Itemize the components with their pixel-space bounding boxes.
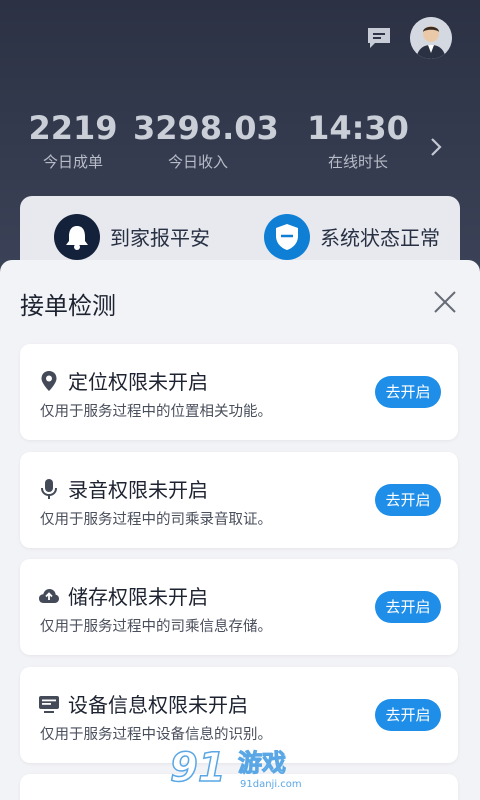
permission-desc: 仅用于服务过程中的司乘信息存储。 bbox=[40, 619, 272, 635]
stat-value: 14:30 bbox=[307, 109, 409, 147]
shield-icon bbox=[276, 224, 298, 250]
enable-microphone-button[interactable]: 去开启 bbox=[375, 484, 441, 516]
chevron-right-icon[interactable] bbox=[428, 136, 444, 158]
device-info-icon bbox=[39, 696, 59, 713]
close-icon[interactable] bbox=[432, 289, 458, 315]
enable-storage-button[interactable]: 去开启 bbox=[375, 591, 441, 623]
order-check-sheet: 接单检测 定位权限未开启 仅用于服务过程中的位置相关功能。 去开启 录音权限未开… bbox=[0, 260, 480, 800]
permission-card-microphone: 录音权限未开启 仅用于服务过程中的司乘录音取证。 去开启 bbox=[20, 452, 458, 548]
stat-label: 今日成单 bbox=[42, 153, 103, 171]
stat-value: 3298.03 bbox=[133, 109, 279, 147]
cloud-upload-icon bbox=[39, 589, 59, 603]
avatar[interactable] bbox=[410, 17, 452, 59]
watermark-number: 91 bbox=[169, 744, 226, 792]
permission-desc: 仅用于服务过程中的位置相关功能。 bbox=[40, 404, 272, 420]
stat-label: 今日收入 bbox=[167, 153, 228, 171]
permission-title: 定位权限未开启 bbox=[68, 370, 208, 394]
permission-title: 录音权限未开启 bbox=[68, 478, 208, 502]
permission-desc: 仅用于服务过程中设备信息的识别。 bbox=[40, 727, 272, 743]
bell-icon bbox=[66, 226, 88, 250]
enable-location-button[interactable]: 去开启 bbox=[375, 376, 441, 408]
enable-device-info-button[interactable]: 去开启 bbox=[375, 699, 441, 731]
location-pin-icon bbox=[41, 371, 57, 391]
stat-value: 2219 bbox=[28, 109, 118, 147]
stats-row[interactable]: 2219 今日成单 3298.03 今日收入 14:30 在线时长 bbox=[0, 108, 480, 178]
header: 2219 今日成单 3298.03 今日收入 14:30 在线时长 到家报平安 bbox=[0, 0, 480, 286]
watermark-text: 游戏 bbox=[238, 749, 287, 778]
permission-title: 储存权限未开启 bbox=[68, 585, 208, 609]
system-status-label: 系统状态正常 bbox=[320, 226, 440, 250]
sheet-title: 接单检测 bbox=[20, 292, 116, 320]
stat-online-time: 14:30 在线时长 bbox=[293, 108, 423, 174]
microphone-icon bbox=[41, 479, 57, 499]
stat-income: 3298.03 今日收入 bbox=[133, 108, 279, 174]
watermark-logo: 91 游戏 91danji.com bbox=[169, 744, 310, 798]
permission-card-location: 定位权限未开启 仅用于服务过程中的位置相关功能。 去开启 bbox=[20, 344, 458, 440]
watermark-url: 91danji.com bbox=[240, 779, 302, 790]
safe-home-label: 到家报平安 bbox=[110, 226, 210, 250]
stat-orders: 2219 今日成单 bbox=[8, 108, 138, 174]
permission-card-storage: 储存权限未开启 仅用于服务过程中的司乘信息存储。 去开启 bbox=[20, 559, 458, 655]
avatar-person-icon bbox=[410, 17, 452, 59]
shield-icon-bg bbox=[264, 214, 310, 260]
permission-title: 设备信息权限未开启 bbox=[68, 693, 248, 717]
permission-desc: 仅用于服务过程中的司乘录音取证。 bbox=[40, 512, 272, 528]
bell-icon-bg bbox=[54, 214, 100, 260]
message-icon[interactable] bbox=[366, 26, 392, 50]
stat-label: 在线时长 bbox=[327, 153, 388, 171]
